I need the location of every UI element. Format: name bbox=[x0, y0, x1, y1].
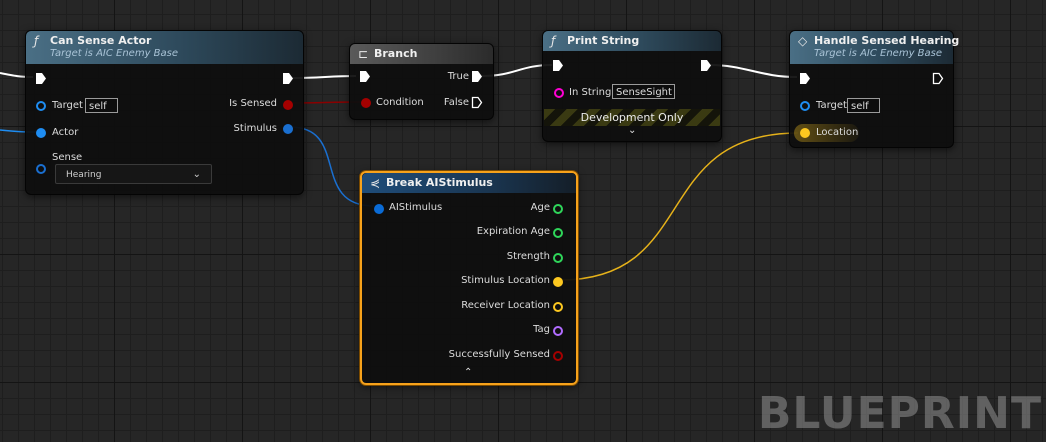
node-title: Can Sense Actor bbox=[50, 34, 152, 47]
output-age-label: Age bbox=[530, 202, 550, 213]
is-sensed-label: Is Sensed bbox=[229, 98, 277, 109]
stimulus-pin[interactable] bbox=[283, 124, 293, 134]
exec-out-pin[interactable] bbox=[700, 59, 712, 72]
output-receiver-location-pin[interactable] bbox=[553, 302, 563, 312]
blueprint-watermark: BLUEPRINT bbox=[757, 388, 1042, 439]
node-title: Branch bbox=[374, 47, 418, 60]
target-label: Target bbox=[816, 100, 847, 111]
branch-header[interactable]: ⊏ Branch bbox=[350, 44, 493, 64]
exec-in-pin[interactable] bbox=[359, 70, 371, 83]
exec-in-pin[interactable] bbox=[799, 72, 811, 85]
in-string-pin[interactable] bbox=[554, 88, 564, 98]
stimulus-label: Stimulus bbox=[233, 123, 277, 134]
target-pin[interactable] bbox=[36, 101, 46, 111]
node-subtitle: Target is AIC Enemy Base bbox=[50, 48, 179, 59]
condition-label: Condition bbox=[376, 97, 424, 108]
sense-dropdown[interactable]: Hearing ⌄ bbox=[55, 164, 212, 184]
ai-stimulus-input-label: AIStimulus bbox=[389, 202, 443, 213]
output-age-pin[interactable] bbox=[553, 204, 563, 214]
print-string-header[interactable]: ƒ Print String bbox=[543, 31, 721, 51]
output-strength-pin[interactable] bbox=[553, 253, 563, 263]
exec-out-pin[interactable] bbox=[282, 72, 294, 85]
function-icon: ƒ bbox=[551, 34, 556, 48]
break-ai-stimulus-node[interactable]: ⋞ Break AIStimulus AIStimulus Age Expira… bbox=[360, 171, 578, 385]
condition-pin[interactable] bbox=[361, 98, 371, 108]
actor-label: Actor bbox=[52, 127, 79, 138]
branch-node[interactable]: ⊏ Branch Condition True False bbox=[349, 43, 494, 120]
event-icon: ◇ bbox=[798, 34, 808, 48]
node-subtitle: Target is AIC Enemy Base bbox=[814, 48, 943, 59]
actor-pin[interactable] bbox=[36, 128, 46, 138]
handle-sensed-hearing-header[interactable]: ◇ Handle Sensed Hearing Target is AIC En… bbox=[790, 31, 959, 64]
node-title: Print String bbox=[567, 34, 640, 47]
is-sensed-pin[interactable] bbox=[283, 100, 293, 110]
function-icon: ƒ bbox=[34, 34, 39, 48]
output-successfully-sensed-label: Successfully Sensed bbox=[448, 349, 550, 360]
true-label: True bbox=[447, 71, 469, 82]
exec-wire-print-to-handle bbox=[709, 64, 798, 78]
vector-wire-location bbox=[559, 132, 799, 281]
sense-pin[interactable] bbox=[36, 164, 46, 174]
exec-in-pin[interactable] bbox=[552, 59, 564, 72]
sense-dropdown-value: Hearing bbox=[66, 170, 102, 180]
exec-out-pin[interactable] bbox=[932, 72, 944, 85]
location-pin[interactable] bbox=[800, 128, 810, 138]
output-stimulus-location-label: Stimulus Location bbox=[461, 275, 550, 286]
in-string-field[interactable]: SenseSight bbox=[612, 84, 675, 99]
target-pin[interactable] bbox=[800, 101, 810, 111]
break-struct-icon: ⋞ bbox=[370, 176, 381, 190]
output-successfully-sensed-pin[interactable] bbox=[553, 351, 563, 361]
chevron-down-icon: ⌄ bbox=[192, 169, 201, 180]
exec-false-pin[interactable] bbox=[471, 96, 483, 109]
output-stimulus-location-pin[interactable] bbox=[553, 277, 563, 287]
output-tag-label: Tag bbox=[533, 324, 550, 335]
development-only-banner: Development Only bbox=[544, 109, 720, 126]
can-sense-actor-header[interactable]: ƒ Can Sense Actor Target is AIC Enemy Ba… bbox=[26, 31, 303, 64]
print-string-node[interactable]: ƒ Print String In String SenseSight Deve… bbox=[542, 30, 722, 142]
node-title: Break AIStimulus bbox=[386, 176, 493, 189]
node-title: Handle Sensed Hearing bbox=[814, 34, 960, 47]
output-expiration-age-label: Expiration Age bbox=[476, 226, 550, 237]
target-label: Target bbox=[52, 100, 83, 111]
chevron-down-icon[interactable]: ⌄ bbox=[628, 125, 636, 136]
false-label: False bbox=[443, 97, 469, 108]
target-value-field[interactable]: self bbox=[847, 98, 880, 113]
output-tag-pin[interactable] bbox=[553, 326, 563, 336]
output-expiration-age-pin[interactable] bbox=[553, 228, 563, 238]
handle-sensed-hearing-node[interactable]: ◇ Handle Sensed Hearing Target is AIC En… bbox=[789, 30, 959, 148]
can-sense-actor-node[interactable]: ƒ Can Sense Actor Target is AIC Enemy Ba… bbox=[25, 30, 304, 195]
ai-stimulus-input-pin[interactable] bbox=[374, 204, 384, 214]
sense-label: Sense bbox=[52, 152, 83, 163]
output-strength-label: Strength bbox=[506, 251, 550, 262]
chevron-up-icon[interactable]: ⌃ bbox=[464, 367, 472, 378]
target-value-field[interactable]: self bbox=[85, 98, 118, 113]
break-ai-stimulus-header[interactable]: ⋞ Break AIStimulus bbox=[362, 173, 576, 193]
output-receiver-location-label: Receiver Location bbox=[461, 300, 550, 311]
exec-in-pin[interactable] bbox=[35, 72, 47, 85]
exec-true-pin[interactable] bbox=[471, 70, 483, 83]
in-string-label: In String bbox=[569, 87, 612, 98]
branch-icon: ⊏ bbox=[358, 47, 369, 61]
development-only-label: Development Only bbox=[580, 111, 684, 124]
location-label: Location bbox=[816, 127, 859, 138]
